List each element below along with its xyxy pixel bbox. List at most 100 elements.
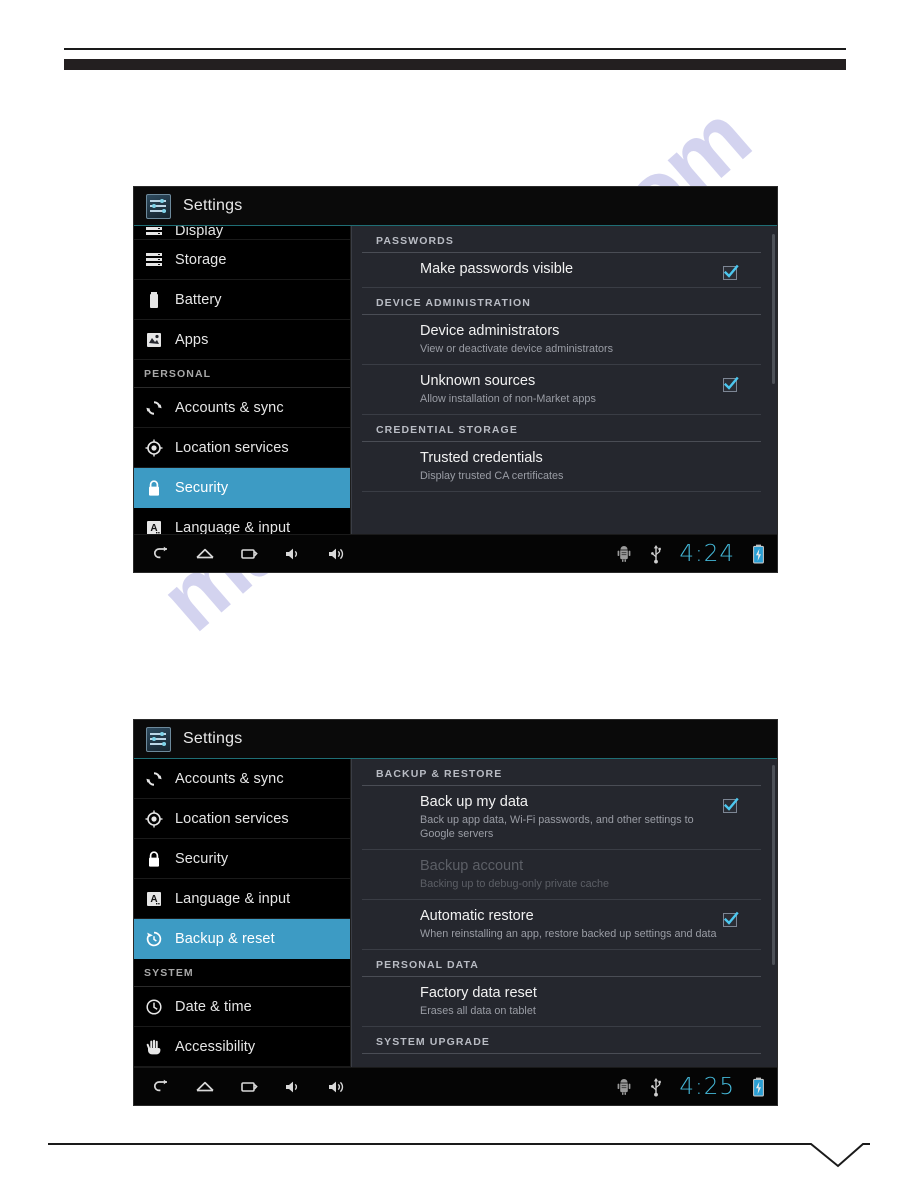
settings-content-pane[interactable]: PASSWORDS Make passwords visible DEVICE AD… xyxy=(351,226,777,534)
checkbox-automatic-restore[interactable] xyxy=(723,911,739,927)
sidebar-item-label: Language & input xyxy=(175,519,291,535)
lock-icon xyxy=(144,478,164,498)
usb-icon xyxy=(647,544,665,564)
settings-sidebar[interactable]: Display Storage Battery Apps PERSONAL Account… xyxy=(134,226,351,534)
sidebar-item-date-time[interactable]: Date & time xyxy=(134,987,350,1027)
content-section-header: PERSONAL DATA xyxy=(362,950,761,977)
setting-subtitle: Allow installation of non-Market apps xyxy=(420,393,596,405)
language-icon: A xyxy=(144,518,164,534)
android-debug-icon xyxy=(615,1077,633,1097)
sidebar-item-label: Backup & reset xyxy=(175,930,275,947)
sidebar-section-header: PERSONAL xyxy=(134,360,350,388)
setting-row-backup-account: Backup account Backing up to debug-only p… xyxy=(362,850,761,900)
setting-subtitle: View or deactivate device administrators xyxy=(420,343,614,355)
content-section-header: CREDENTIAL STORAGE xyxy=(362,415,761,442)
status-clock: 4:25 xyxy=(679,1073,735,1100)
settings-content-pane[interactable]: BACKUP & RESTORE Back up my data Back up a… xyxy=(351,759,777,1067)
action-bar: Settings xyxy=(134,187,777,226)
app-title: Settings xyxy=(183,197,243,214)
content-scrollbar[interactable] xyxy=(772,765,775,965)
setting-row-device-administrators[interactable]: Device administrators View or deactivate … xyxy=(362,315,761,365)
setting-title: Factory data reset xyxy=(420,985,537,1001)
battery-icon xyxy=(144,290,164,310)
page-top-rule xyxy=(64,48,846,50)
content-section-header: DEVICE ADMINISTRATION xyxy=(362,288,761,315)
volume-down-icon[interactable] xyxy=(282,1076,304,1098)
sidebar-item-label: Date & time xyxy=(175,998,252,1015)
back-icon[interactable] xyxy=(150,543,172,565)
sidebar-item-language-input[interactable]: A Language & input xyxy=(134,879,350,919)
home-icon[interactable] xyxy=(194,1076,216,1098)
checkbox-unknown-sources[interactable] xyxy=(723,376,739,392)
usb-icon xyxy=(647,1077,665,1097)
sidebar-item-apps[interactable]: Apps xyxy=(134,320,350,360)
sidebar-item-label: Security xyxy=(175,850,229,867)
system-status-area[interactable]: 4:25 xyxy=(615,1073,767,1100)
setting-title: Device administrators xyxy=(420,323,560,339)
sync-icon xyxy=(144,398,164,418)
sidebar-item-location-services[interactable]: Location services xyxy=(134,428,350,468)
sidebar-item-storage[interactable]: Storage xyxy=(134,240,350,280)
sidebar-item-accounts-sync[interactable]: Accounts & sync xyxy=(134,388,350,428)
volume-up-icon[interactable] xyxy=(326,543,348,565)
setting-subtitle: Display trusted CA certificates xyxy=(420,470,564,482)
content-section-header: SYSTEM UPGRADE xyxy=(362,1027,761,1054)
setting-title: Backup account xyxy=(420,858,524,874)
setting-row-back-up-my-data[interactable]: Back up my data Back up app data, Wi-Fi p… xyxy=(362,786,761,850)
sidebar-item-display[interactable]: Display xyxy=(134,226,350,240)
setting-title: Automatic restore xyxy=(420,908,534,924)
tablet-screenshot-1: Settings Display Storage Battery Apps PERSONA… xyxy=(133,186,778,573)
setting-subtitle: When reinstalling an app, restore backed… xyxy=(420,928,717,940)
sidebar-item-label: Apps xyxy=(175,331,209,348)
volume-up-icon[interactable] xyxy=(326,1076,348,1098)
content-scrollbar[interactable] xyxy=(772,234,775,384)
sidebar-item-backup-reset[interactable]: Backup & reset xyxy=(134,919,350,959)
sidebar-item-label: Language & input xyxy=(175,890,291,907)
navigation-buttons xyxy=(134,1076,348,1098)
setting-row-automatic-restore[interactable]: Automatic restore When reinstalling an ap… xyxy=(362,900,761,950)
page-top-bar xyxy=(64,59,846,70)
language-icon: A xyxy=(144,889,164,909)
sidebar-item-location-services[interactable]: Location services xyxy=(134,799,350,839)
action-bar: Settings xyxy=(134,720,777,759)
sidebar-section-header: SYSTEM xyxy=(134,959,350,987)
setting-row-make-passwords-visible[interactable]: Make passwords visible xyxy=(362,253,761,288)
sidebar-item-label: Storage xyxy=(175,251,227,268)
sidebar-item-accessibility[interactable]: Accessibility xyxy=(134,1027,350,1067)
system-status-area[interactable]: 4:24 xyxy=(615,542,767,566)
sidebar-item-security[interactable]: Security xyxy=(134,468,350,508)
location-icon xyxy=(144,809,164,829)
recents-icon[interactable] xyxy=(238,543,260,565)
recents-icon[interactable] xyxy=(238,1076,260,1098)
setting-subtitle: Back up app data, Wi-Fi passwords, and o… xyxy=(420,814,694,840)
setting-title: Make passwords visible xyxy=(420,261,574,277)
sidebar-item-language-input[interactable]: A Language & input xyxy=(134,508,350,534)
setting-row-factory-data-reset[interactable]: Factory data reset Erases all data on tab… xyxy=(362,977,761,1027)
setting-row-unknown-sources[interactable]: Unknown sources Allow installation of non… xyxy=(362,365,761,415)
setting-subtitle: Backing up to debug-only private cache xyxy=(420,878,610,890)
settings-app-icon xyxy=(146,193,171,219)
settings-sidebar[interactable]: Accounts & sync Location services Security… xyxy=(134,759,351,1067)
navigation-buttons xyxy=(134,543,348,565)
setting-row-trusted-credentials[interactable]: Trusted credentials Display trusted CA ce… xyxy=(362,442,761,492)
sidebar-item-security[interactable]: Security xyxy=(134,839,350,879)
checkbox-make-passwords-visible[interactable] xyxy=(723,264,739,280)
system-navigation-bar: 4:24 xyxy=(134,534,777,572)
tablet-screenshot-2: Settings Accounts & sync Location services… xyxy=(133,719,778,1106)
page-bottom-decoration xyxy=(48,1108,870,1178)
setting-title: Unknown sources xyxy=(420,373,536,389)
apps-icon xyxy=(144,330,164,350)
sidebar-item-label: Security xyxy=(175,479,229,496)
sidebar-item-accounts-sync[interactable]: Accounts & sync xyxy=(134,759,350,799)
checkbox-back-up-my-data[interactable] xyxy=(723,797,739,813)
home-icon[interactable] xyxy=(194,543,216,565)
content-section-header: BACKUP & RESTORE xyxy=(362,759,761,786)
screen-body: Display Storage Battery Apps PERSONAL Account… xyxy=(134,226,777,534)
app-title: Settings xyxy=(183,730,243,747)
battery-charging-icon xyxy=(749,1077,767,1097)
sidebar-item-battery[interactable]: Battery xyxy=(134,280,350,320)
sidebar-item-label: Location services xyxy=(175,810,289,827)
back-icon[interactable] xyxy=(150,1076,172,1098)
battery-charging-icon xyxy=(749,544,767,564)
volume-down-icon[interactable] xyxy=(282,543,304,565)
